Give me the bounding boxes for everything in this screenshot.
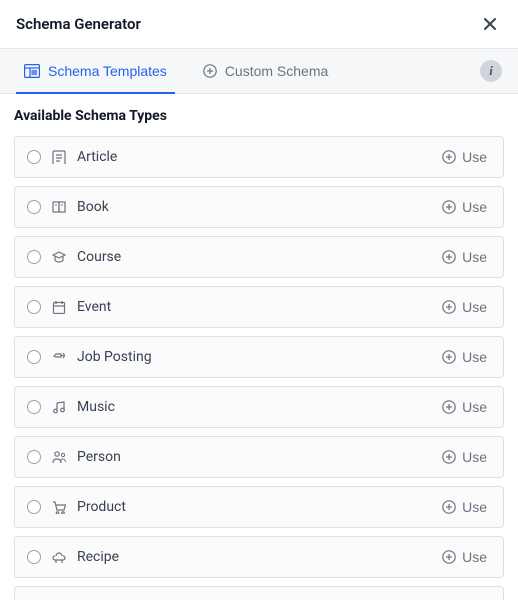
- radio-button[interactable]: [27, 450, 41, 464]
- tab-label: Custom Schema: [225, 63, 328, 79]
- schema-type-label: Music: [77, 399, 115, 415]
- use-button[interactable]: Use: [438, 147, 491, 167]
- use-button[interactable]: Use: [438, 247, 491, 267]
- close-icon: [482, 16, 498, 32]
- schema-type-label: Event: [77, 299, 111, 315]
- schema-type-label: Article: [77, 149, 117, 165]
- templates-icon: [24, 64, 40, 78]
- radio-button[interactable]: [27, 250, 41, 264]
- info-icon: i: [489, 63, 493, 79]
- use-button[interactable]: Use: [438, 547, 491, 567]
- tab-bar: Schema Templates Custom Schema i: [0, 49, 518, 94]
- tab-custom-schema[interactable]: Custom Schema: [195, 49, 336, 93]
- radio-button[interactable]: [27, 300, 41, 314]
- radio-button[interactable]: [27, 500, 41, 514]
- use-button[interactable]: Use: [438, 497, 491, 517]
- plus-circle-icon: [442, 550, 456, 564]
- info-button[interactable]: i: [480, 60, 502, 82]
- use-label: Use: [462, 349, 487, 365]
- use-label: Use: [462, 249, 487, 265]
- schema-row[interactable]: Music Use: [14, 386, 504, 428]
- job-icon: [51, 349, 67, 365]
- close-button[interactable]: [478, 12, 502, 36]
- music-icon: [51, 399, 67, 415]
- modal-header: Schema Generator: [0, 0, 518, 49]
- schema-type-label: Recipe: [77, 549, 119, 565]
- radio-button[interactable]: [27, 350, 41, 364]
- plus-circle-icon: [442, 400, 456, 414]
- schema-row[interactable]: Recipe Use: [14, 536, 504, 578]
- product-icon: [51, 499, 67, 515]
- content-area: Available Schema Types Article Use Book Use…: [0, 94, 518, 600]
- recipe-icon: [51, 549, 67, 565]
- schema-type-label: Book: [77, 199, 109, 215]
- schema-row[interactable]: Article Use: [14, 136, 504, 178]
- use-button[interactable]: Use: [438, 397, 491, 417]
- plus-circle-icon: [442, 350, 456, 364]
- tab-label: Schema Templates: [48, 63, 167, 79]
- plus-circle-icon: [442, 450, 456, 464]
- use-label: Use: [462, 499, 487, 515]
- plus-circle-icon: [442, 300, 456, 314]
- schema-type-label: Product: [77, 499, 126, 515]
- schema-row[interactable]: Book Use: [14, 186, 504, 228]
- event-icon: [51, 299, 67, 315]
- plus-circle-icon: [442, 250, 456, 264]
- use-label: Use: [462, 199, 487, 215]
- person-icon: [51, 449, 67, 465]
- radio-button[interactable]: [27, 200, 41, 214]
- use-label: Use: [462, 299, 487, 315]
- plus-circle-icon: [203, 64, 217, 78]
- schema-list: ArticleUseBookUseCourseUseEventUseJob Po…: [14, 136, 504, 600]
- use-button[interactable]: Use: [438, 347, 491, 367]
- schema-row[interactable]: Job Posting Use: [14, 336, 504, 378]
- schema-type-label: Course: [77, 249, 121, 265]
- schema-type-label: Job Posting: [77, 349, 152, 365]
- radio-button[interactable]: [27, 400, 41, 414]
- use-label: Use: [462, 449, 487, 465]
- article-icon: [51, 149, 67, 165]
- tab-schema-templates[interactable]: Schema Templates: [16, 49, 175, 93]
- course-icon: [51, 249, 67, 265]
- use-label: Use: [462, 399, 487, 415]
- use-label: Use: [462, 149, 487, 165]
- use-button[interactable]: Use: [438, 297, 491, 317]
- use-button[interactable]: Use: [438, 197, 491, 217]
- schema-row[interactable]: Product Use: [14, 486, 504, 528]
- schema-type-label: Person: [77, 449, 121, 465]
- book-icon: [51, 199, 67, 215]
- use-button[interactable]: Use: [438, 447, 491, 467]
- schema-row[interactable]: Course Use: [14, 236, 504, 278]
- use-label: Use: [462, 549, 487, 565]
- section-title: Available Schema Types: [14, 108, 504, 124]
- radio-button[interactable]: [27, 550, 41, 564]
- schema-row[interactable]: Event Use: [14, 286, 504, 328]
- modal-title: Schema Generator: [16, 15, 141, 33]
- radio-button[interactable]: [27, 150, 41, 164]
- schema-row[interactable]: Person Use: [14, 436, 504, 478]
- schema-row[interactable]: RestaurantUse: [14, 586, 504, 600]
- plus-circle-icon: [442, 200, 456, 214]
- plus-circle-icon: [442, 500, 456, 514]
- plus-circle-icon: [442, 150, 456, 164]
